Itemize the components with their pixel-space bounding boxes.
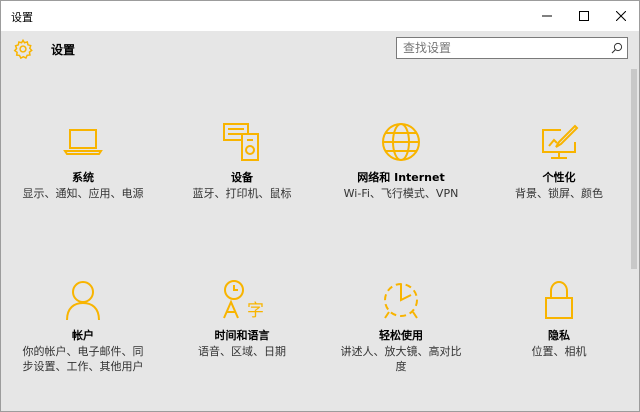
maximize-button[interactable] — [566, 1, 602, 31]
close-icon — [616, 11, 626, 21]
globe-icon — [382, 123, 420, 161]
tile-title: 隐私 — [548, 329, 570, 342]
tile-time-language[interactable]: 字 时间和语言 语音、区域、日期 — [167, 278, 317, 359]
tile-privacy[interactable]: 隐私 位置、相机 — [484, 278, 634, 359]
tile-devices[interactable]: 设备 蓝牙、打印机、鼠标 — [167, 120, 317, 201]
personalization-icon — [542, 124, 579, 159]
zi-glyph: 字 — [247, 301, 264, 321]
search-icon[interactable] — [611, 42, 623, 54]
tile-title: 设备 — [231, 171, 253, 184]
tile-description: 讲述人、放大镜、高对比度 — [340, 345, 462, 373]
tile-description: Wi-Fi、飞行模式、VPN — [343, 187, 459, 200]
search-box[interactable] — [396, 37, 628, 59]
tile-title: 系统 — [72, 171, 94, 184]
tile-description: 背景、锁屏、颜色 — [515, 187, 603, 200]
tile-title: 网络和 Internet — [357, 171, 445, 184]
lock-icon — [545, 280, 573, 319]
title-bar[interactable]: 设置 — [1, 1, 639, 31]
tile-accounts[interactable]: 帐户 你的帐户、电子邮件、同步设置、工作、其他用户 — [8, 278, 158, 374]
settings-header: 设置 — [1, 31, 639, 67]
tile-title: 轻松使用 — [379, 329, 423, 342]
tile-ease-of-access[interactable]: 轻松使用 讲述人、放大镜、高对比度 — [326, 278, 476, 374]
close-button[interactable] — [603, 1, 639, 31]
settings-window: 设置 设置 查找设置 系统 显示、通知、应用、电源 设备 蓝牙、打印机、鼠标 网… — [0, 0, 640, 412]
time-language-icon: 字 — [223, 280, 264, 321]
minimize-icon — [542, 15, 552, 17]
page-title: 设置 — [51, 43, 76, 57]
tile-network[interactable]: 网络和 Internet Wi-Fi、飞行模式、VPN — [326, 120, 476, 201]
devices-icon — [223, 123, 259, 161]
tile-title: 时间和语言 — [214, 329, 270, 342]
tile-personalization[interactable]: 个性化 背景、锁屏、颜色 — [484, 120, 634, 201]
tile-title: 帐户 — [72, 329, 94, 342]
tile-title: 个性化 — [542, 171, 576, 184]
search-input[interactable] — [397, 38, 607, 58]
tile-system[interactable]: 系统 显示、通知、应用、电源 — [8, 120, 158, 201]
tile-description: 蓝牙、打印机、鼠标 — [192, 187, 292, 200]
scrollbar[interactable] — [629, 67, 639, 411]
tile-description: 语音、区域、日期 — [198, 345, 286, 358]
minimize-button[interactable] — [529, 1, 565, 31]
person-icon — [66, 281, 100, 321]
gear-icon — [13, 38, 33, 60]
tile-description: 位置、相机 — [531, 345, 587, 358]
laptop-icon — [63, 129, 103, 155]
ease-of-access-icon — [384, 283, 418, 319]
tile-description: 你的帐户、电子邮件、同步设置、工作、其他用户 — [22, 345, 144, 373]
tile-description: 显示、通知、应用、电源 — [22, 187, 144, 200]
maximize-icon — [579, 11, 589, 21]
window-title: 设置 — [11, 11, 33, 24]
